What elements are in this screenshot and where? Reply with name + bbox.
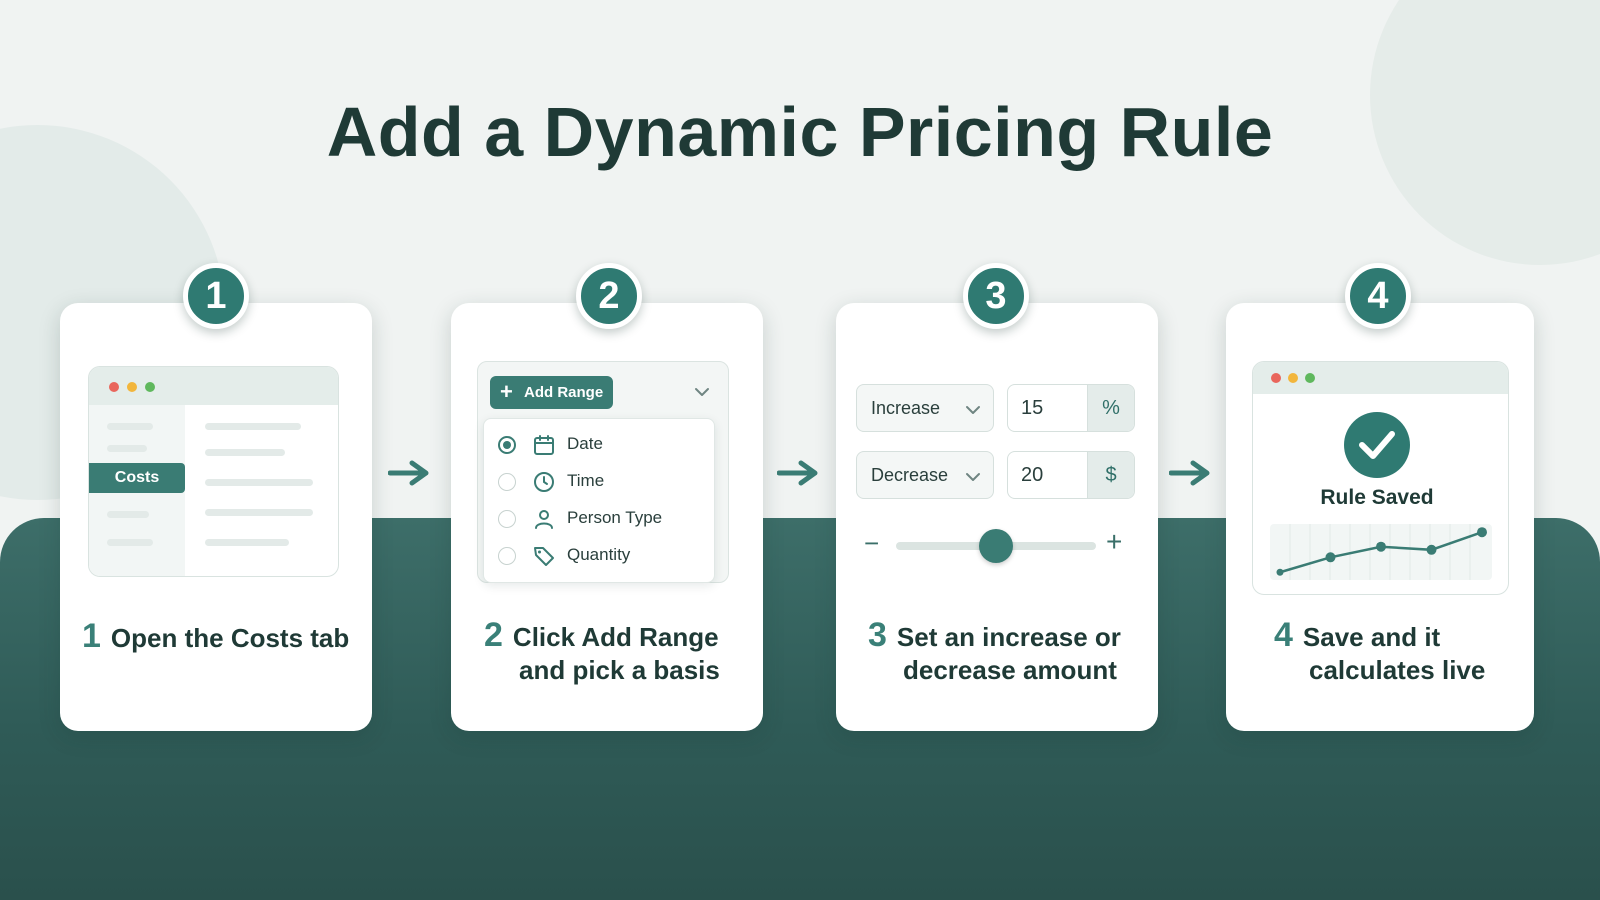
option-label: Time (567, 471, 605, 490)
window-maximize-dot[interactable] (1305, 373, 1315, 383)
window-titlebar (89, 367, 338, 405)
radio-unselected[interactable] (498, 510, 516, 528)
content-placeholder-line (205, 539, 289, 546)
step-badge-1: 1 (183, 263, 249, 329)
option-label: Person Type (567, 508, 663, 527)
step-caption-text: Click Add Range (512, 622, 719, 652)
step-caption-text-line2: calculates live (1309, 655, 1486, 685)
basis-option-date[interactable]: Date (484, 429, 716, 459)
check-circle-icon (1344, 412, 1410, 478)
page-title: Add a Dynamic Pricing Rule (326, 93, 1274, 171)
amount-value: 15 (1021, 397, 1044, 419)
arrow-right-icon (777, 460, 818, 486)
amount-slider-thumb[interactable] (979, 529, 1013, 563)
add-range-button[interactable]: + Add Range (490, 376, 613, 409)
window-minimize-dot[interactable] (1288, 373, 1298, 383)
window-close-dot[interactable] (1271, 373, 1281, 383)
plus-icon: + (500, 379, 513, 404)
chevron-down-icon (966, 473, 980, 481)
person-icon (535, 510, 553, 529)
basis-options-list: Date Time Person Type Quantity (483, 418, 715, 583)
chevron-down-icon[interactable] (694, 384, 710, 400)
decrease-amount-field[interactable]: 20 $ (1007, 451, 1135, 499)
sidebar-placeholder-line (107, 539, 153, 546)
unit-toggle-dollar[interactable]: $ (1087, 452, 1134, 498)
calendar-icon (534, 435, 554, 455)
live-trend-chart (1270, 524, 1492, 580)
select-value: Decrease (871, 465, 949, 485)
increase-mode-select[interactable]: Increase (856, 384, 994, 432)
sidebar-placeholder-line (107, 445, 147, 452)
sidebar-placeholder-line (107, 511, 149, 518)
trend-point (1477, 527, 1487, 538)
window-close-dot[interactable] (109, 382, 119, 392)
clock-icon (534, 472, 554, 492)
rule-saved-status: Rule Saved (1320, 486, 1434, 509)
select-value: Increase (871, 398, 941, 418)
step-caption-2: 2 Click Add Range and pick a basis (484, 616, 720, 687)
radio-unselected[interactable] (498, 473, 516, 491)
content-placeholder-line (205, 509, 313, 516)
content-placeholder-line (205, 479, 313, 486)
option-label: Quantity (567, 545, 631, 564)
tag-icon (534, 547, 554, 566)
increase-amount-field[interactable]: 15 % (1007, 384, 1135, 432)
step-caption-1: 1 Open the Costs tab (82, 617, 350, 655)
amount-value: 20 (1021, 464, 1044, 486)
step-caption-text-line2: and pick a basis (519, 655, 720, 685)
window-maximize-dot[interactable] (145, 382, 155, 392)
basis-option-time[interactable]: Time (484, 466, 716, 496)
trend-point (1426, 544, 1437, 555)
step-caption-number: 1 (82, 617, 101, 655)
step-badge-4: 4 (1345, 263, 1411, 329)
trend-point (1325, 552, 1336, 563)
radio-selected[interactable] (498, 436, 516, 454)
step-caption-number: 3 (868, 616, 887, 654)
step-caption-text: Open the Costs tab (110, 623, 350, 653)
step-caption-4: 4 Save and it calculates live (1274, 616, 1486, 687)
app-window-mock: Costs (88, 366, 339, 577)
step-caption-text-line2: decrease amount (903, 655, 1117, 685)
arrow-right-icon (1169, 460, 1210, 486)
content-placeholder-line (205, 449, 285, 456)
step-caption-text: Set an increase or (896, 622, 1121, 652)
sidebar-placeholder-line (107, 423, 153, 430)
add-range-label: Add Range (524, 384, 604, 401)
slider-decrement-button[interactable]: − (864, 528, 879, 558)
unit-toggle-percent[interactable]: % (1087, 385, 1134, 431)
step-caption-text: Save and it (1302, 622, 1441, 652)
step-caption-number: 4 (1274, 616, 1293, 654)
trend-line-chart (1276, 524, 1487, 580)
trend-point (1276, 568, 1284, 576)
arrow-right-icon (388, 460, 429, 486)
window-titlebar (1253, 362, 1508, 394)
step-caption-3: 3 Set an increase or decrease amount (868, 616, 1121, 687)
content-placeholder-line (205, 423, 301, 430)
slider-increment-button[interactable]: + (1106, 527, 1122, 557)
basis-option-person-type[interactable]: Person Type (484, 503, 716, 533)
radio-unselected[interactable] (498, 547, 516, 565)
option-label: Date (567, 434, 603, 453)
basis-option-quantity[interactable]: Quantity (484, 540, 716, 570)
chevron-down-icon (966, 406, 980, 414)
decrease-mode-select[interactable]: Decrease (856, 451, 994, 499)
costs-tab[interactable]: Costs (89, 463, 185, 493)
trend-point (1376, 541, 1386, 552)
step-caption-number: 2 (484, 616, 503, 654)
step-badge-2: 2 (576, 263, 642, 329)
window-minimize-dot[interactable] (127, 382, 137, 392)
step-badge-3: 3 (963, 263, 1029, 329)
